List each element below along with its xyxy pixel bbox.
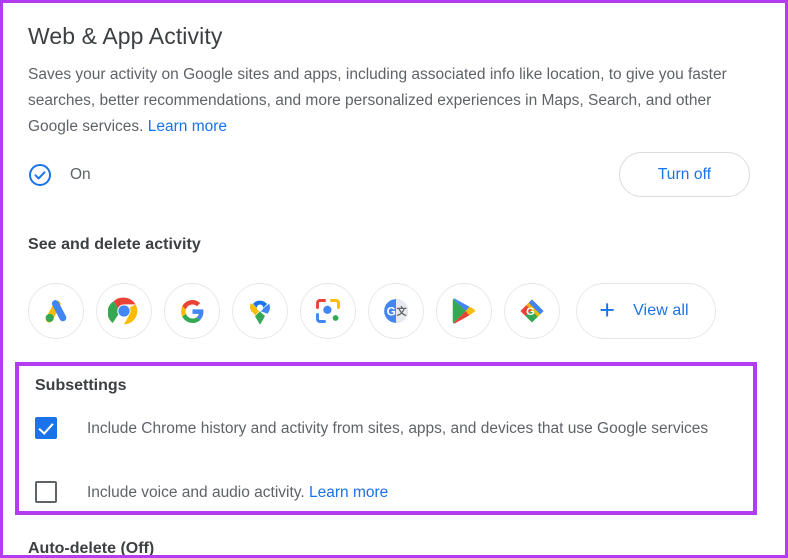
- svg-text:G: G: [526, 306, 535, 318]
- check-circle-icon: [28, 163, 52, 187]
- google-ads-icon: [41, 296, 71, 326]
- app-icon-row: G 文 G + View all: [28, 283, 716, 339]
- web-app-activity-panel: Web & App Activity Saves your activity o…: [0, 0, 788, 558]
- see-and-delete-activity-heading: See and delete activity: [28, 236, 201, 253]
- view-all-label: View all: [633, 302, 689, 319]
- status-label: On: [70, 166, 91, 183]
- google-search-icon: [180, 299, 205, 324]
- app-chip-google-play[interactable]: [436, 283, 492, 339]
- google-play-icon: [449, 296, 479, 326]
- page-description: Saves your activity on Google sites and …: [28, 62, 750, 140]
- app-chip-google-search[interactable]: [164, 283, 220, 339]
- subsetting-row-chrome-history: Include Chrome history and activity from…: [35, 416, 735, 441]
- svg-text:G: G: [387, 304, 396, 318]
- voice-audio-text: Include voice and audio activity.: [87, 484, 310, 501]
- checkbox-chrome-history-label: Include Chrome history and activity from…: [87, 420, 709, 437]
- status-group: On: [28, 152, 91, 198]
- subsettings-section: Subsettings Include Chrome history and a…: [15, 362, 757, 515]
- app-chip-google-maps[interactable]: [232, 283, 288, 339]
- google-translate-icon: G 文: [381, 296, 411, 326]
- google-maps-icon: [245, 296, 275, 326]
- app-chip-google-lens[interactable]: [300, 283, 356, 339]
- subsetting-row-voice-audio: Include voice and audio activity. Learn …: [35, 480, 735, 505]
- learn-more-link-description[interactable]: Learn more: [148, 118, 227, 135]
- page-title: Web & App Activity: [28, 23, 223, 49]
- app-chip-google-shopping[interactable]: G: [504, 283, 560, 339]
- svg-text:文: 文: [397, 305, 408, 318]
- checkbox-chrome-history[interactable]: [35, 417, 57, 439]
- subsettings-heading: Subsettings: [35, 377, 127, 394]
- chrome-icon: [108, 295, 140, 327]
- auto-delete-heading: Auto-delete (Off): [28, 540, 155, 557]
- learn-more-link-voice-audio[interactable]: Learn more: [309, 484, 388, 501]
- description-text: Saves your activity on Google sites and …: [28, 66, 727, 135]
- app-chip-google-translate[interactable]: G 文: [368, 283, 424, 339]
- app-chip-google-ads[interactable]: [28, 283, 84, 339]
- activity-status-row: On Turn off: [28, 152, 750, 198]
- checkbox-voice-audio-label: Include voice and audio activity. Learn …: [87, 480, 388, 505]
- checkbox-voice-audio[interactable]: [35, 481, 57, 503]
- google-shopping-icon: G: [518, 297, 546, 325]
- view-all-button[interactable]: + View all: [576, 283, 716, 339]
- turn-off-button[interactable]: Turn off: [619, 152, 750, 197]
- app-chip-chrome[interactable]: [96, 283, 152, 339]
- google-lens-icon: [314, 297, 342, 325]
